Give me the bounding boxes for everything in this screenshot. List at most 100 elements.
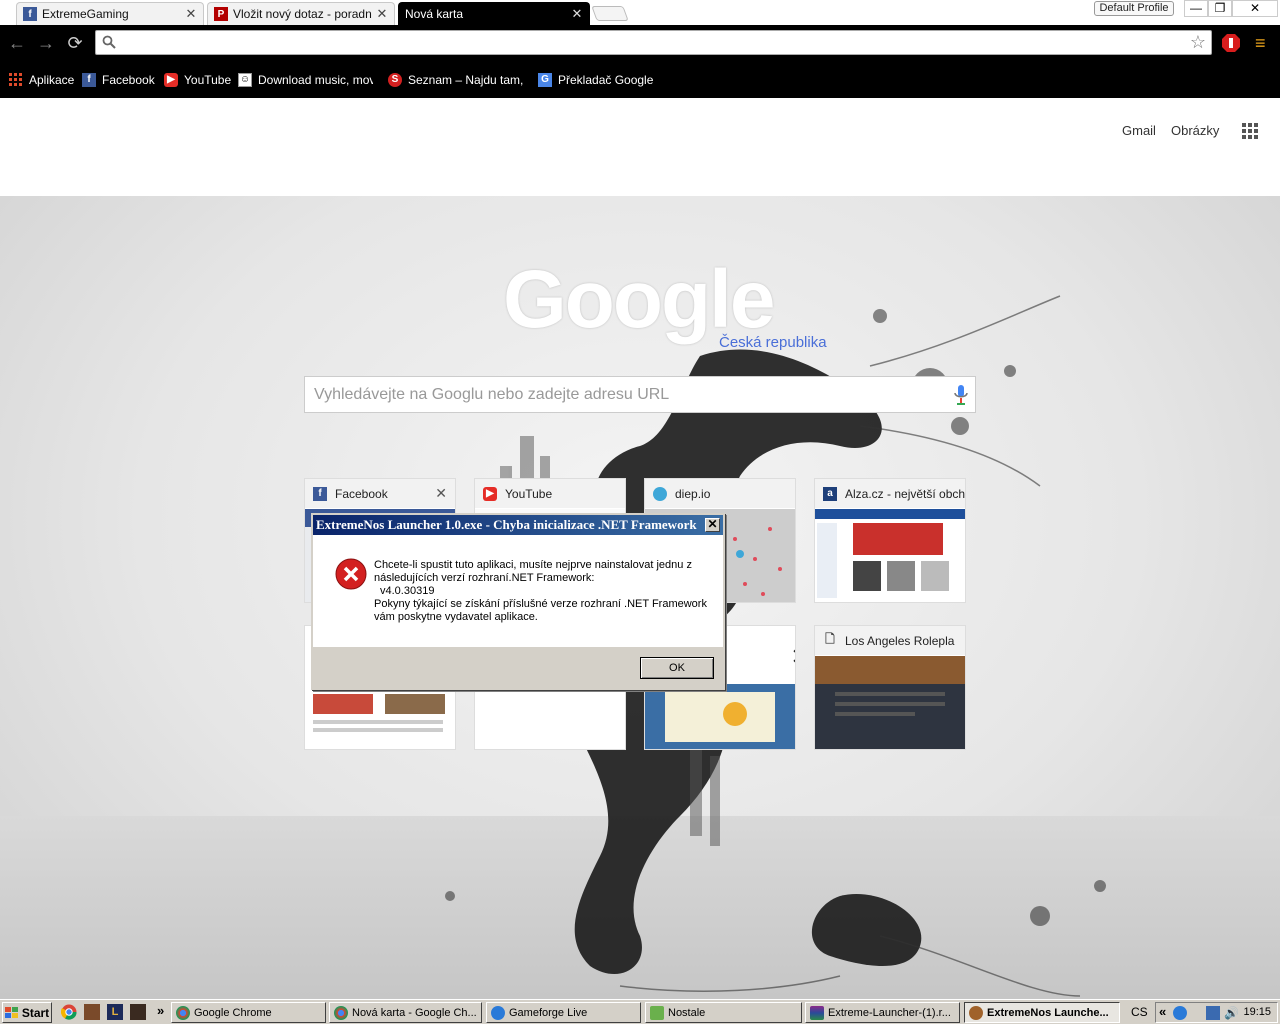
facebook-icon: f: [82, 72, 96, 87]
game-icon[interactable]: [84, 1004, 100, 1020]
bookmark-label: Seznam – Najdu tam, co: [408, 72, 523, 87]
tile-header: a Alza.cz - největší obch: [815, 479, 965, 508]
quicklaunch-overflow[interactable]: »: [157, 1003, 164, 1018]
network-tray-icon[interactable]: [1173, 1006, 1187, 1020]
dialog-line: Pokyny týkající se získání příslušné ver…: [374, 598, 707, 610]
tile-title: Facebook: [335, 486, 388, 501]
task-nostale[interactable]: Nostale: [645, 1002, 802, 1023]
tile-header: f Facebook: [305, 479, 455, 508]
task-gameforge-live[interactable]: Gameforge Live: [486, 1002, 641, 1023]
tile-title: YouTube: [505, 486, 553, 501]
apps-grid-icon: [9, 72, 23, 87]
error-dialog: ExtremeNos Launcher 1.0.exe - Chyba inic…: [311, 513, 725, 690]
google-apps-icon[interactable]: [1242, 123, 1258, 139]
language-indicator[interactable]: CS: [1131, 1005, 1148, 1019]
images-link[interactable]: Obrázky: [1171, 123, 1219, 138]
profile-button[interactable]: Default Profile: [1094, 1, 1174, 16]
minimize-button[interactable]: —: [1184, 0, 1208, 17]
bookmarks-bar: Aplikace f Facebook ▶ YouTube ☺ Download…: [0, 60, 1280, 98]
dialog-line: vám poskytne vydavatel aplikace.: [374, 611, 538, 623]
page-icon: 🗋: [825, 632, 835, 646]
address-bar[interactable]: ☆: [95, 30, 1212, 55]
tile-thumbnail: [645, 684, 795, 749]
back-button[interactable]: ←: [7, 33, 27, 53]
google-region-label: Česká republika: [719, 334, 827, 351]
clock: 19:15: [1243, 1006, 1271, 1018]
tile-title: Alza.cz - největší obch: [845, 486, 965, 501]
nostale-icon: [650, 1005, 664, 1020]
tray-expand-icon[interactable]: «: [1159, 1004, 1166, 1019]
task-label: Extreme-Launcher-(1).r...: [828, 1006, 951, 1019]
bookmark-translate[interactable]: G Překladač Google: [538, 71, 653, 88]
window-close-button[interactable]: ✕: [1232, 0, 1278, 17]
tile-thumbnail: [815, 509, 965, 602]
tab-title: ExtremeGaming: [42, 7, 129, 21]
bookmark-facebook[interactable]: f Facebook: [82, 71, 155, 88]
restore-button[interactable]: ❐: [1208, 0, 1232, 17]
poradna-icon: P: [214, 7, 228, 21]
start-button[interactable]: Start: [2, 1002, 52, 1023]
tab-extremegaming[interactable]: f ExtremeGaming ✕: [16, 2, 204, 25]
task-google-chrome[interactable]: Google Chrome: [171, 1002, 326, 1023]
bookmark-seznam[interactable]: S Seznam – Najdu tam, co: [388, 71, 523, 88]
ok-button[interactable]: OK: [640, 657, 714, 679]
bookmark-label: Download music, movies: [258, 72, 373, 87]
tile-thumbnail: [815, 656, 965, 749]
bookmark-download[interactable]: ☺ Download music, movies: [238, 71, 373, 88]
bookmark-label: YouTube: [184, 72, 232, 87]
new-tab-button[interactable]: [591, 6, 629, 21]
error-icon: [335, 558, 367, 590]
reload-button[interactable]: ⟳: [65, 33, 85, 53]
adblock-icon[interactable]: [1222, 34, 1240, 52]
dialog-footer: OK: [313, 647, 723, 688]
close-icon[interactable]: ✕: [571, 6, 583, 22]
league-icon[interactable]: L: [107, 1004, 123, 1020]
winrar-icon: [810, 1005, 824, 1020]
dialog-close-button[interactable]: ✕: [705, 518, 720, 532]
launcher-icon: [969, 1005, 983, 1020]
chrome-icon: [176, 1005, 190, 1020]
ntp-header: Gmail Obrázky: [0, 98, 1280, 196]
close-icon[interactable]: ✕: [185, 6, 197, 22]
tab-poradna[interactable]: P Vložit nový dotaz - poradna.n ✕: [207, 2, 395, 25]
tile-close-icon[interactable]: ✕: [791, 644, 795, 670]
task-label: Nostale: [668, 1006, 706, 1019]
bookmark-label: Aplikace: [29, 72, 75, 87]
dialog-body: Chcete-li spustit tuto aplikaci, musíte …: [313, 535, 723, 647]
start-label: Start: [21, 1005, 50, 1020]
volume-icon[interactable]: 🔊: [1224, 1006, 1239, 1020]
dialog-line: v4.0.30319: [380, 585, 435, 597]
close-icon[interactable]: ✕: [376, 6, 388, 22]
tile-close-icon[interactable]: ✕: [435, 485, 447, 502]
tile-alza[interactable]: a Alza.cz - největší obch: [814, 478, 966, 603]
task-extreme-launcher-rar[interactable]: Extreme-Launcher-(1).r...: [805, 1002, 960, 1023]
tile-la-roleplay[interactable]: 🗋 Los Angeles Rolepla: [814, 625, 966, 750]
facebook-icon: f: [23, 7, 37, 21]
task-label: Nová karta - Google Ch...: [352, 1006, 477, 1019]
taskbar: Start L » Google Chrome Nová karta - Goo…: [0, 999, 1280, 1024]
chrome-icon: [334, 1005, 348, 1020]
menu-icon[interactable]: ≡: [1255, 34, 1273, 52]
ntp-search-input[interactable]: [314, 385, 934, 405]
bookmark-label: Překladač Google: [558, 72, 654, 87]
gmail-link[interactable]: Gmail: [1122, 123, 1156, 138]
bookmark-apps[interactable]: Aplikace: [9, 71, 74, 88]
chrome-icon[interactable]: [61, 1004, 77, 1020]
forward-button[interactable]: →: [36, 33, 56, 53]
tile-title: diep.io: [675, 486, 711, 501]
tab-new-tab[interactable]: Nová karta ✕: [398, 2, 590, 25]
new-tab-page: Gmail Obrázky Google Česká republika Vyh…: [0, 98, 1280, 999]
bookmark-youtube[interactable]: ▶ YouTube: [164, 71, 231, 88]
dialog-line: následujících verzí rozhraní.NET Framewo…: [374, 572, 595, 584]
tab-title: Nová karta: [405, 7, 464, 21]
app-icon[interactable]: [130, 1004, 146, 1020]
microphone-icon[interactable]: [953, 384, 969, 406]
monitor-tray-icon[interactable]: [1206, 1006, 1220, 1020]
task-extremenos-launcher[interactable]: ExtremeNos Launche...: [964, 1002, 1120, 1023]
task-new-tab-chrome[interactable]: Nová karta - Google Ch...: [329, 1002, 482, 1023]
youtube-icon: ▶: [164, 72, 178, 87]
address-input[interactable]: [120, 33, 1180, 53]
browser-toolbar: ← → ⟳ ☆ ≡: [0, 25, 1280, 60]
ntp-search-box[interactable]: [304, 376, 976, 413]
bookmark-star-icon[interactable]: ☆: [1190, 32, 1206, 53]
